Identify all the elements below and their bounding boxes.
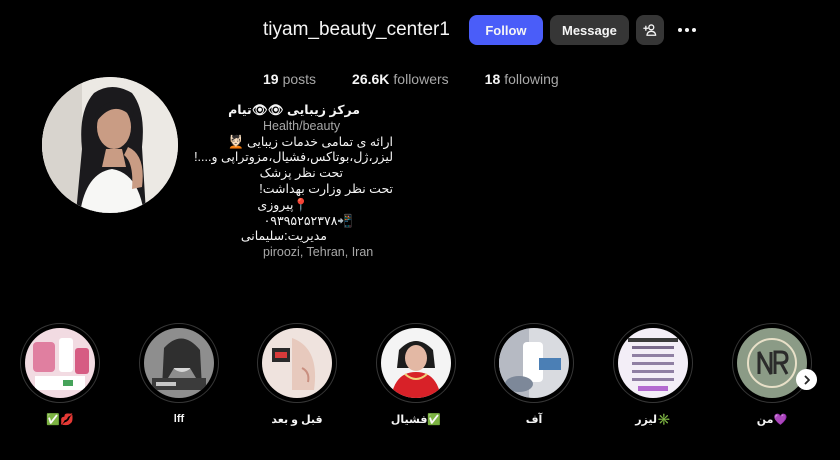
- following-stat[interactable]: 18 following: [485, 71, 559, 87]
- profile-header: tiyam_beauty_center1 Follow Message: [263, 15, 698, 45]
- more-options-icon[interactable]: [676, 22, 698, 38]
- profile-avatar[interactable]: [42, 77, 178, 213]
- highlight-thumbnail: [737, 328, 807, 398]
- chevron-right-icon: [804, 375, 810, 384]
- posts-stat[interactable]: 19 posts: [263, 71, 316, 87]
- location-link[interactable]: piroozi, Tehran, Iran: [263, 245, 423, 261]
- highlight-label: قبل و بعد: [271, 414, 323, 426]
- bio-line: تحت نظر پزشک: [259, 166, 343, 181]
- bio-line: 📍پیروزی: [257, 197, 309, 212]
- bio-line: 📲۰۹۳۹۵۲۵۲۳۷۸: [263, 213, 353, 228]
- highlight-thumbnail: [618, 328, 688, 398]
- highlight-thumbnail: [381, 328, 451, 398]
- highlight-thumbnail: [25, 328, 95, 398]
- followers-stat[interactable]: 26.6K followers: [352, 71, 449, 87]
- highlight-thumbnail: [144, 328, 214, 398]
- posts-label: posts: [282, 71, 317, 87]
- display-name: مرکز زیبایی 👁👁تیام: [228, 103, 360, 117]
- highlight-label: من💜: [756, 414, 788, 426]
- followers-count: 26.6K: [352, 71, 390, 87]
- followers-label: followers: [393, 71, 449, 87]
- follow-button[interactable]: Follow: [468, 15, 543, 45]
- category-label: Health/beauty: [263, 118, 341, 133]
- highlight-label: آف: [525, 414, 543, 426]
- highlight-thumbnail: [499, 328, 569, 398]
- bio-line: ارائه ی تمامی خدمات زیبایی 💆🏻: [227, 134, 393, 149]
- bio-line: مدیریت:سلیمانی: [240, 229, 327, 244]
- highlights-next-button[interactable]: [796, 369, 817, 390]
- message-button[interactable]: Message: [549, 15, 629, 45]
- posts-count: 19: [263, 71, 279, 87]
- add-person-icon: [643, 24, 657, 36]
- profile-bio: مرکز زیبایی 👁👁تیام Health/beauty ارائه ی…: [194, 103, 423, 261]
- bio-line: تحت نظر وزارت بهداشت!: [259, 181, 393, 196]
- highlight-item[interactable]: قبل و بعد: [255, 323, 339, 426]
- highlight-label: لیزر✳️: [635, 414, 671, 426]
- following-count: 18: [484, 71, 501, 87]
- highlight-label: فشیال✅: [390, 414, 442, 426]
- highlight-label: lff: [173, 413, 185, 425]
- highlight-item[interactable]: ✅💋: [18, 323, 102, 426]
- bio-line: لیزر،ژل،بوتاکس،فشیال،مزوتراپی و....!: [194, 150, 393, 165]
- profile-stats: 19 posts 26.6K followers 18 following: [263, 71, 595, 87]
- highlight-item[interactable]: فشیال✅: [374, 323, 458, 426]
- highlight-item[interactable]: آف: [492, 323, 576, 426]
- following-label: following: [504, 71, 559, 87]
- profile-photo: [42, 77, 178, 213]
- suggested-accounts-button[interactable]: [635, 15, 664, 45]
- story-highlights: ✅💋 lff قبل و بعد فشیال✅ آف لیزر✳️ من💜: [0, 323, 840, 433]
- username: tiyam_beauty_center1: [263, 19, 450, 40]
- highlight-item[interactable]: لیزر✳️: [611, 323, 695, 426]
- highlight-item[interactable]: lff: [137, 323, 221, 425]
- highlight-label: ✅💋: [46, 414, 74, 426]
- highlight-thumbnail: [262, 328, 332, 398]
